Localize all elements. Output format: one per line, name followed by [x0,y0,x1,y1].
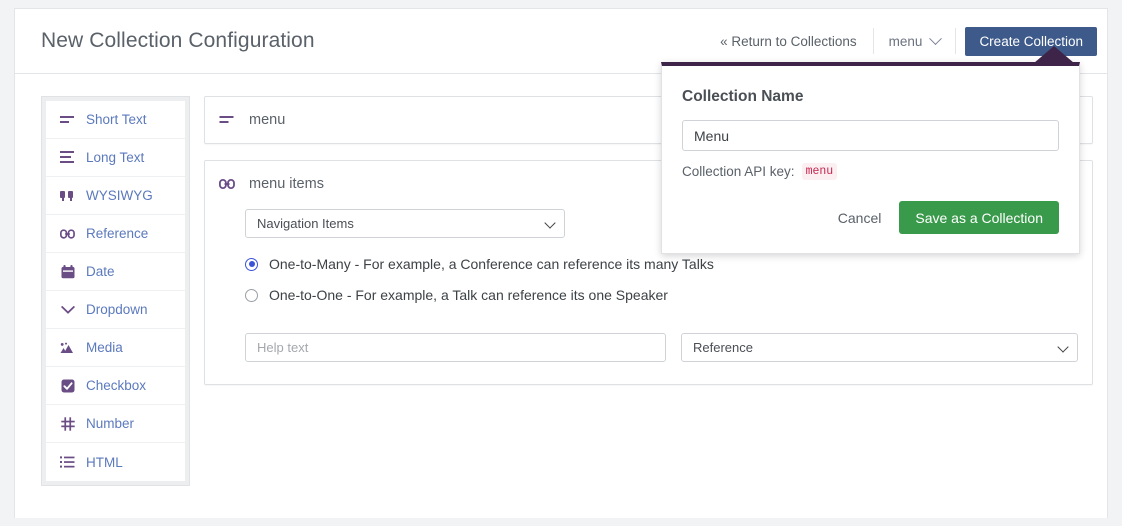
sidebar-item-label: Reference [86,226,149,241]
radio-label: One-to-One - For example, a Talk can ref… [269,287,668,303]
sidebar-item-label: Number [86,416,135,431]
sidebar-item-number[interactable]: Number [46,405,185,443]
field-bottom-row: Reference [245,333,1078,362]
radio-label: One-to-Many - For example, a Conference … [269,256,714,272]
radio-indicator [245,257,258,271]
popover-title: Collection Name [682,88,804,105]
create-collection-button[interactable]: Create Collection [965,26,1097,56]
help-text-input[interactable] [245,333,666,362]
sidebar-item-media[interactable]: Media [46,329,185,367]
link-icon [219,176,235,192]
sidebar-item-label: Long Text [86,150,145,165]
sidebar-item-short-text[interactable]: Short Text [46,101,185,139]
collection-api-key-label: Collection API key: [682,164,795,179]
radio-one-to-many[interactable]: One-to-Many - For example, a Conference … [245,256,1078,272]
quote-icon [60,188,75,203]
popover-actions: Cancel Save as a Collection [682,201,1059,234]
sidebar-item-label: Date [86,264,115,279]
header-divider-2 [955,28,957,54]
target-collection-select-wrap: Navigation Items [245,209,565,238]
long-text-icon [60,150,75,165]
popover-arrow [1034,46,1074,63]
sidebar-item-dropdown[interactable]: Dropdown [46,291,185,329]
image-icon [60,340,75,355]
sidebar-item-label: Dropdown [86,302,148,317]
sidebar-item-label: Media [86,340,123,355]
save-as-collection-button[interactable]: Save as a Collection [899,201,1059,234]
checkbox-icon [60,378,75,393]
sidebar-item-label: Short Text [86,112,147,127]
sidebar-item-html[interactable]: HTML [46,443,185,481]
chevron-down-icon [60,302,75,317]
link-icon [60,226,75,241]
chevron-down-icon [929,31,943,45]
sidebar-item-long-text[interactable]: Long Text [46,139,185,177]
return-to-collections-link[interactable]: « Return to Collections [720,34,873,49]
sidebar-item-label: Checkbox [86,378,147,393]
field-type-select-wrap: Reference [681,333,1078,362]
radio-one-to-one[interactable]: One-to-One - For example, a Talk can ref… [245,287,1078,303]
sidebar-item-date[interactable]: Date [46,253,185,291]
menu-dropdown-label: menu [888,33,923,49]
radio-indicator [245,288,258,302]
target-collection-select[interactable]: Navigation Items [245,209,565,238]
sidebar-item-reference[interactable]: Reference [46,215,185,253]
collection-name-input[interactable] [682,120,1059,151]
cancel-button[interactable]: Cancel [838,210,882,226]
collection-name-popover: Collection Name Collection API key: menu… [661,62,1080,254]
collection-api-key-badge: menu [801,163,838,180]
sidebar-item-label: HTML [86,454,123,470]
short-text-icon [219,112,235,128]
hash-icon [60,416,75,431]
collection-api-key-line: Collection API key: menu [682,163,1059,180]
short-text-icon [60,112,75,127]
sidebar-item-checkbox[interactable]: Checkbox [46,367,185,405]
field-type-sidebar: Short Text Long Text WYSIWYG Reference D… [41,96,190,486]
sidebar-item-label: WYSIWYG [86,188,153,203]
list-icon [60,455,75,470]
menu-dropdown[interactable]: menu [874,31,956,49]
page-title: New Collection Configuration [41,29,315,52]
sidebar-item-wysiwyg[interactable]: WYSIWYG [46,177,185,215]
calendar-icon [60,264,75,279]
field-type-select[interactable]: Reference [681,333,1078,362]
